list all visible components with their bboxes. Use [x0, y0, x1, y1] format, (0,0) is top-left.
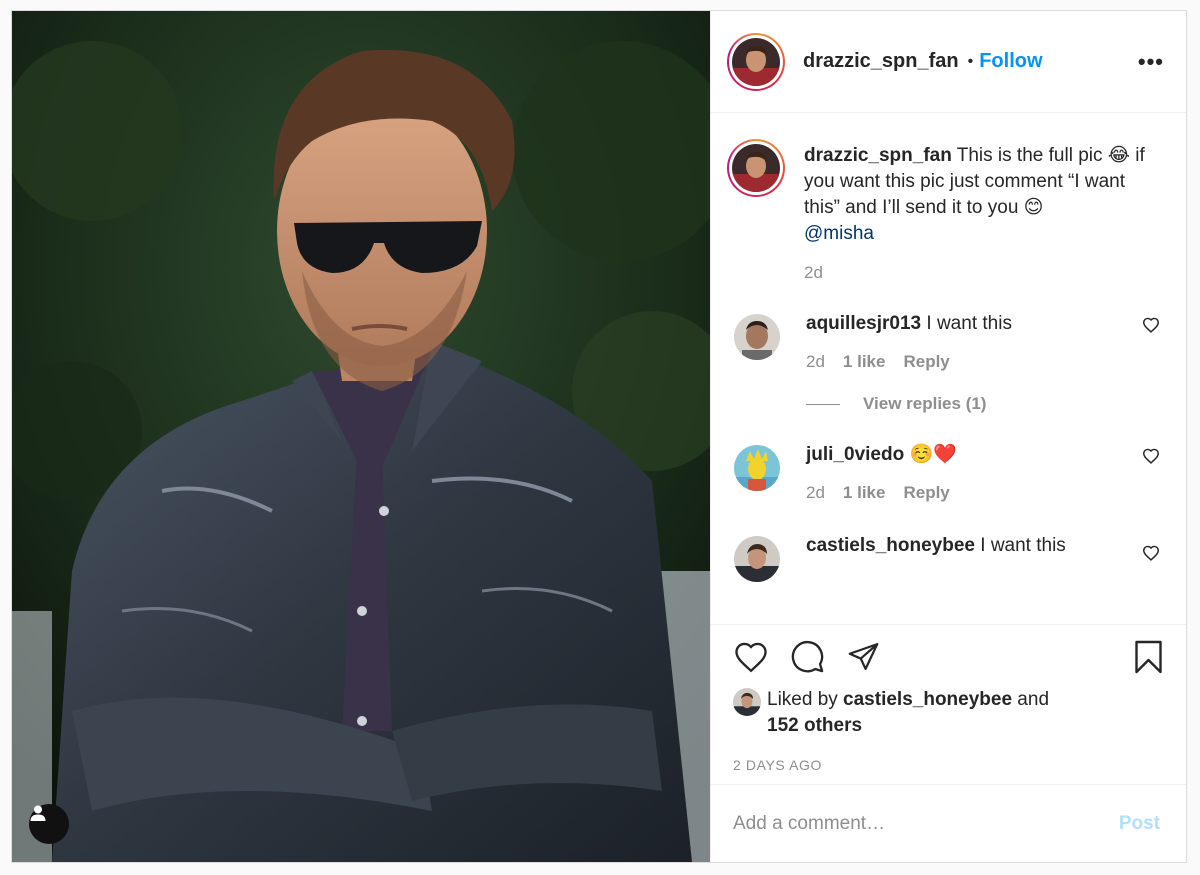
- avatar-image: [732, 37, 780, 86]
- add-comment-bar: Post: [711, 784, 1186, 862]
- laughing-emoji: 😂: [1107, 145, 1130, 166]
- avatar-image: [734, 536, 780, 582]
- reply-button[interactable]: Reply: [903, 352, 949, 372]
- comment-username[interactable]: aquillesjr013: [806, 313, 921, 334]
- user-tags-button[interactable]: [29, 804, 69, 844]
- comment-item: aquillesjr013 I want this 2d 1 like Repl…: [727, 311, 1164, 372]
- comment-item: castiels_honeybee I want this: [727, 533, 1164, 582]
- replies-divider: [806, 403, 840, 405]
- smile-emoji: 😊: [1023, 197, 1044, 218]
- mention-link[interactable]: @misha: [804, 223, 874, 244]
- heart-icon[interactable]: [733, 641, 769, 673]
- comment-text: castiels_honeybee I want this: [806, 533, 1066, 559]
- commenter-avatar[interactable]: [734, 314, 780, 360]
- separator-dot: •: [967, 52, 974, 70]
- avatar-image: [733, 688, 761, 716]
- caption-time[interactable]: 2d: [804, 263, 1164, 283]
- post-side-panel: drazzic_spn_fan • Follow ••• drazzic_spn…: [710, 11, 1186, 862]
- post-header: drazzic_spn_fan • Follow •••: [711, 11, 1186, 113]
- post-actions-bar: [711, 624, 1186, 688]
- paper-plane-icon[interactable]: [846, 640, 881, 673]
- commenter-avatar[interactable]: [734, 445, 780, 491]
- comment-username[interactable]: castiels_honeybee: [806, 535, 975, 556]
- comment-text: juli_0viedo ☺️❤️: [806, 442, 957, 468]
- comments-list[interactable]: drazzic_spn_fan This is the full pic 😂 i…: [711, 113, 1186, 624]
- comment-heart-icon[interactable]: [1142, 545, 1160, 566]
- likes-prefix: Liked by: [767, 689, 844, 710]
- comment-heart-icon[interactable]: [1142, 317, 1160, 338]
- comment-text: aquillesjr013 I want this: [806, 311, 1012, 337]
- caption-avatar[interactable]: [727, 139, 785, 197]
- likes-others-count[interactable]: 152 others: [767, 715, 862, 736]
- portrait-image: [12, 11, 710, 862]
- post-caption: drazzic_spn_fan This is the full pic 😂 i…: [727, 139, 1164, 283]
- avatar-image: [732, 144, 780, 192]
- likes-text: Liked by castiels_honeybee and 152 others: [767, 687, 1049, 739]
- post-photo[interactable]: [12, 11, 710, 862]
- reply-button[interactable]: Reply: [903, 483, 949, 503]
- more-options-icon[interactable]: •••: [1138, 49, 1164, 75]
- caption-text-part1: This is the full pic: [951, 145, 1108, 166]
- caption-username[interactable]: drazzic_spn_fan: [804, 145, 952, 166]
- view-replies-label: View replies (1): [863, 394, 987, 413]
- comment-meta: 2d 1 like Reply: [806, 483, 957, 503]
- likes-middle: and: [1012, 689, 1050, 710]
- commenter-avatar[interactable]: [734, 536, 780, 582]
- comment-content: ☺️❤️: [904, 444, 957, 465]
- caption-text: drazzic_spn_fan This is the full pic 😂 i…: [804, 143, 1164, 247]
- comment-heart-icon[interactable]: [1142, 448, 1160, 469]
- comment-time[interactable]: 2d: [806, 352, 825, 372]
- instagram-post: drazzic_spn_fan • Follow ••• drazzic_spn…: [11, 10, 1187, 863]
- add-comment-input[interactable]: [733, 812, 1119, 835]
- comment-time[interactable]: 2d: [806, 483, 825, 503]
- post-comment-button[interactable]: Post: [1119, 813, 1160, 835]
- comment-likes[interactable]: 1 like: [843, 352, 886, 372]
- liker-avatar[interactable]: [733, 688, 761, 716]
- comment-item: juli_0viedo ☺️❤️ 2d 1 like Reply: [727, 442, 1164, 503]
- comment-content: I want this: [974, 535, 1066, 556]
- author-avatar[interactable]: [727, 32, 785, 91]
- author-username[interactable]: drazzic_spn_fan: [803, 50, 959, 73]
- post-timestamp[interactable]: 2 DAYS AGO: [711, 757, 1186, 773]
- avatar-image: [734, 314, 780, 360]
- bookmark-icon[interactable]: [1133, 639, 1164, 675]
- comment-content: I want this: [921, 313, 1012, 334]
- comment-username[interactable]: juli_0viedo: [806, 444, 904, 465]
- follow-button[interactable]: Follow: [979, 50, 1042, 73]
- view-replies-button[interactable]: View replies (1): [806, 394, 1164, 414]
- comment-meta: 2d 1 like Reply: [806, 352, 1012, 372]
- person-icon: [30, 805, 46, 821]
- comment-bubble-icon[interactable]: [790, 639, 825, 674]
- comment-likes[interactable]: 1 like: [843, 483, 886, 503]
- liker-username[interactable]: castiels_honeybee: [843, 689, 1012, 710]
- avatar-image: [734, 445, 780, 491]
- likes-summary: Liked by castiels_honeybee and 152 others: [711, 688, 1186, 739]
